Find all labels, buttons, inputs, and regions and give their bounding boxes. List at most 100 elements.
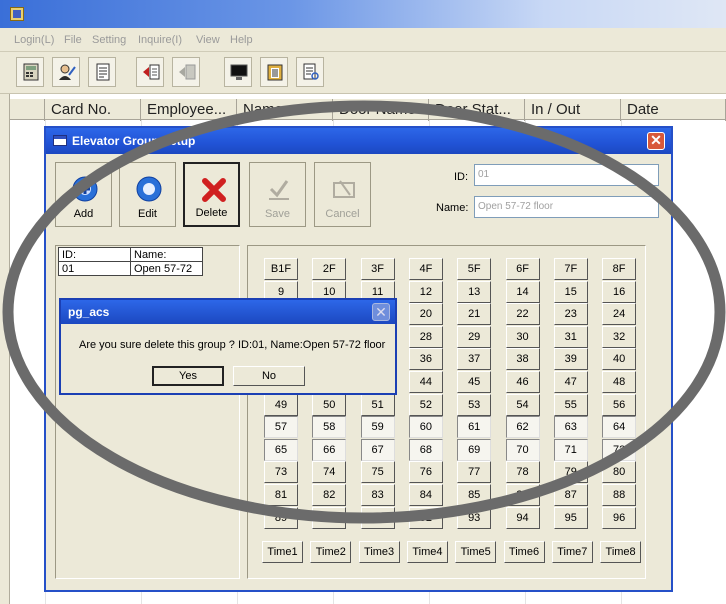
floor-button[interactable]: 74: [312, 461, 347, 484]
floor-button[interactable]: 47: [553, 371, 588, 393]
dialog-close-button[interactable]: ✕: [647, 132, 665, 150]
delete-button[interactable]: Delete: [183, 162, 240, 227]
column-header-door-status[interactable]: Door Stat...: [429, 99, 525, 121]
edit-button[interactable]: Edit: [119, 162, 176, 227]
add-button[interactable]: Add: [55, 162, 112, 227]
monitor-button[interactable]: [224, 57, 252, 87]
floor-button[interactable]: 49: [264, 393, 298, 416]
floor-button[interactable]: 88: [602, 484, 637, 506]
floor-button[interactable]: 69: [457, 438, 492, 461]
column-header-card-no[interactable]: Card No.: [45, 99, 141, 121]
floor-button[interactable]: 29: [457, 325, 492, 348]
floor-button[interactable]: 38: [505, 348, 540, 371]
confirm-title-bar[interactable]: pg_acs ✕: [61, 300, 395, 324]
floor-button[interactable]: 93: [457, 506, 492, 529]
floor-button[interactable]: 5F: [457, 258, 492, 280]
floor-button[interactable]: 62: [505, 416, 540, 439]
floor-button[interactable]: 72: [602, 438, 637, 461]
floor-button[interactable]: 84: [408, 484, 443, 506]
floor-button[interactable]: 24: [602, 303, 637, 326]
floor-button[interactable]: 66: [312, 438, 347, 461]
floor-button[interactable]: 95: [553, 506, 588, 529]
column-header-date[interactable]: Date: [621, 99, 726, 121]
menu-file[interactable]: File: [64, 34, 82, 46]
no-button[interactable]: No: [233, 366, 305, 386]
floor-button[interactable]: 39: [553, 348, 588, 371]
time-button[interactable]: Time1: [262, 541, 303, 563]
floor-button[interactable]: 23: [553, 303, 588, 326]
floor-button[interactable]: 63: [553, 416, 588, 439]
floor-button[interactable]: 71: [553, 438, 588, 461]
floor-button[interactable]: 16: [602, 280, 637, 303]
floor-button[interactable]: 61: [457, 416, 492, 439]
floor-button[interactable]: 3F: [360, 258, 395, 280]
floor-button[interactable]: 67: [360, 438, 395, 461]
yes-button[interactable]: Yes: [152, 366, 224, 386]
floor-button[interactable]: 6F: [505, 258, 540, 280]
floor-button[interactable]: 12: [408, 280, 443, 303]
floor-button[interactable]: 45: [457, 371, 492, 393]
time-button[interactable]: Time5: [455, 541, 497, 563]
floor-button[interactable]: 83: [360, 484, 395, 506]
menu-view[interactable]: View: [196, 34, 220, 46]
floor-button[interactable]: 76: [408, 461, 443, 484]
column-header-name[interactable]: Name: [237, 99, 333, 121]
floor-button[interactable]: 53: [457, 393, 492, 416]
floor-button[interactable]: 64: [602, 416, 637, 439]
list-header-id[interactable]: ID:: [58, 247, 131, 262]
floor-button[interactable]: 55: [553, 393, 588, 416]
time-button[interactable]: Time4: [406, 541, 448, 563]
door-out-button[interactable]: [136, 57, 164, 87]
floor-button[interactable]: 78: [505, 461, 540, 484]
floor-button[interactable]: 96: [602, 506, 637, 529]
floor-button[interactable]: 50: [312, 393, 347, 416]
list-cell-name[interactable]: Open 57-72: [130, 261, 203, 276]
user-card-button[interactable]: [52, 57, 80, 87]
floor-button[interactable]: 14: [505, 280, 540, 303]
floor-button[interactable]: 51: [360, 393, 395, 416]
floor-button[interactable]: 85: [457, 484, 492, 506]
floor-button[interactable]: 80: [602, 461, 637, 484]
document-button[interactable]: [88, 57, 116, 87]
column-header-in-out[interactable]: In / Out: [525, 99, 621, 121]
name-field[interactable]: Open 57-72 floor: [474, 196, 659, 218]
floor-button[interactable]: 7F: [553, 258, 588, 280]
floor-button[interactable]: 28: [408, 325, 443, 348]
floor-button[interactable]: 32: [602, 325, 637, 348]
floor-button[interactable]: 52: [408, 393, 443, 416]
floor-button[interactable]: 79: [553, 461, 588, 484]
floor-button[interactable]: 2F: [312, 258, 347, 280]
list-header-name[interactable]: Name:: [130, 247, 203, 262]
clipboard-button[interactable]: [260, 57, 288, 87]
floor-button[interactable]: 81: [264, 484, 298, 506]
floor-button[interactable]: 21: [457, 303, 492, 326]
column-header-employee[interactable]: Employee...: [141, 99, 237, 121]
calculator-button[interactable]: [16, 57, 44, 87]
floor-button[interactable]: 15: [553, 280, 588, 303]
floor-button[interactable]: 68: [408, 438, 443, 461]
floor-button[interactable]: 4F: [408, 258, 443, 280]
floor-button[interactable]: 31: [553, 325, 588, 348]
floor-button[interactable]: 91: [360, 506, 395, 529]
floor-button[interactable]: 13: [457, 280, 492, 303]
floor-button[interactable]: 92: [408, 506, 443, 529]
floor-button[interactable]: 37: [457, 348, 492, 371]
menu-login[interactable]: Login(L): [14, 34, 54, 46]
floor-button[interactable]: 77: [457, 461, 492, 484]
confirm-close-button[interactable]: ✕: [372, 303, 390, 321]
floor-button[interactable]: 70: [505, 438, 540, 461]
menu-inquire[interactable]: Inquire(I): [138, 34, 182, 46]
time-button[interactable]: Time2: [310, 541, 352, 563]
floor-button[interactable]: 44: [408, 371, 443, 393]
report-button[interactable]: [296, 57, 324, 87]
floor-button[interactable]: 94: [505, 506, 540, 529]
floor-button[interactable]: 89: [264, 506, 298, 529]
floor-button[interactable]: 65: [264, 438, 298, 461]
floor-button[interactable]: 86: [505, 484, 540, 506]
floor-button[interactable]: 57: [264, 416, 298, 439]
save-button[interactable]: Save: [249, 162, 306, 227]
floor-button[interactable]: 54: [505, 393, 540, 416]
floor-button[interactable]: 58: [312, 416, 347, 439]
floor-button[interactable]: 82: [312, 484, 347, 506]
floor-button[interactable]: 60: [408, 416, 443, 439]
